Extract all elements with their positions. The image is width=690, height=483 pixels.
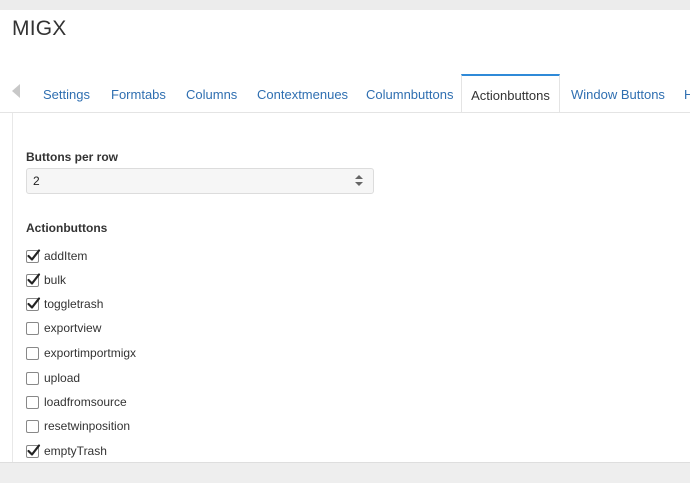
tab-formtabs[interactable]: Formtabs bbox=[111, 74, 166, 112]
bottom-bar bbox=[0, 462, 690, 483]
checkbox-upload[interactable] bbox=[26, 372, 39, 385]
tab-columns[interactable]: Columns bbox=[186, 74, 237, 112]
checkbox-label: resetwinposition bbox=[44, 419, 131, 433]
tab-window-buttons[interactable]: Window Buttons bbox=[571, 74, 665, 112]
select-updown-icon bbox=[355, 175, 363, 187]
actionbuttons-label: Actionbuttons bbox=[26, 221, 108, 235]
top-strip bbox=[0, 0, 690, 10]
checkmark-icon bbox=[27, 297, 41, 309]
tab-bar: Settings Formtabs Columns Contextmenues … bbox=[0, 74, 690, 113]
checkbox-exportimportmigx[interactable] bbox=[26, 347, 39, 360]
tab-overflow[interactable]: H bbox=[684, 74, 690, 112]
tab-contextmenues[interactable]: Contextmenues bbox=[257, 74, 348, 112]
tab-columnbuttons[interactable]: Columnbuttons bbox=[366, 74, 453, 112]
checkbox-loadfromsource[interactable] bbox=[26, 396, 39, 409]
checkbox-label: addItem bbox=[44, 249, 88, 263]
checkbox-toggletrash[interactable] bbox=[26, 297, 41, 311]
checkmark-icon bbox=[27, 273, 41, 285]
checkmark-icon bbox=[27, 444, 41, 456]
tab-scroll-left-icon[interactable] bbox=[12, 84, 20, 98]
tab-settings[interactable]: Settings bbox=[43, 74, 90, 112]
checkbox-label: upload bbox=[44, 371, 81, 385]
checkbox-bulk[interactable] bbox=[26, 273, 41, 287]
checkmark-icon bbox=[27, 249, 41, 261]
buttons-per-row-value: 2 bbox=[33, 174, 40, 188]
migx-window: MIGX Settings Formtabs Columns Contextme… bbox=[0, 10, 690, 462]
buttons-per-row-select[interactable]: 2 bbox=[26, 168, 374, 194]
page-title: MIGX bbox=[12, 17, 67, 40]
checkbox-label: exportimportmigx bbox=[44, 346, 137, 360]
buttons-per-row-label: Buttons per row bbox=[26, 150, 118, 164]
checkbox-exportview[interactable] bbox=[26, 322, 39, 335]
panel-border bbox=[12, 113, 13, 462]
checkbox-emptytrash[interactable] bbox=[26, 444, 41, 458]
tab-actionbuttons[interactable]: Actionbuttons bbox=[461, 74, 560, 112]
checkbox-additem[interactable] bbox=[26, 249, 41, 263]
checkbox-resetwinposition[interactable] bbox=[26, 420, 39, 433]
checkbox-label: loadfromsource bbox=[44, 395, 127, 409]
checkbox-label: emptyTrash bbox=[44, 444, 107, 458]
checkbox-label: toggletrash bbox=[44, 297, 104, 311]
checkbox-label: bulk bbox=[44, 273, 67, 287]
checkbox-label: exportview bbox=[44, 321, 102, 335]
